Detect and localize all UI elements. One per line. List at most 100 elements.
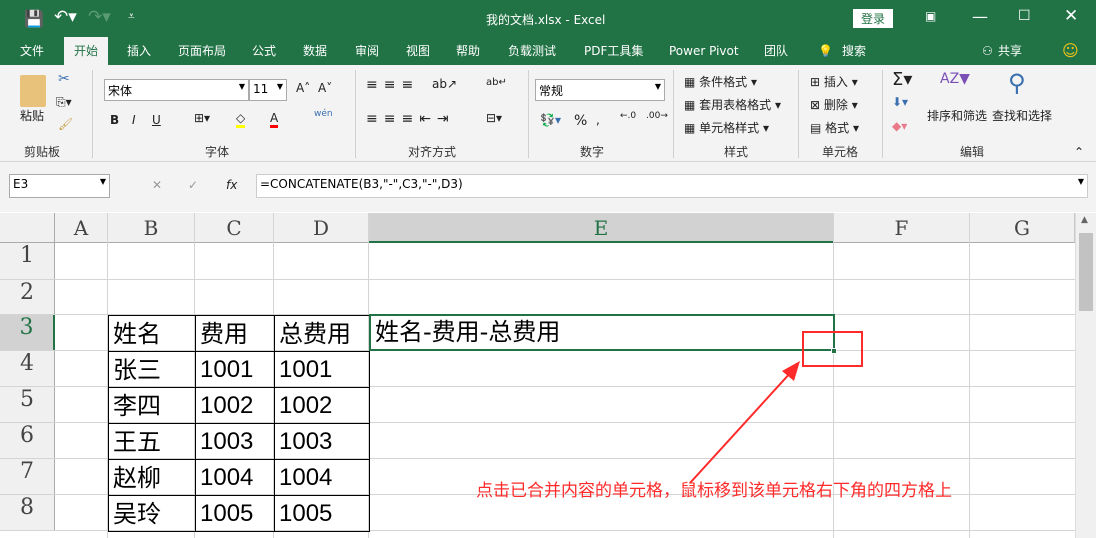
table-cell[interactable]: 1003 [195,423,275,460]
row-header-1[interactable]: 1 [0,243,55,280]
format-as-table-button[interactable]: ▦ 套用表格格式 ▾ [684,96,781,113]
tab-help[interactable]: 帮助 [450,37,486,65]
tab-view[interactable]: 视图 [400,37,436,65]
formula-input[interactable]: =CONCATENATE(B3,"-",C3,"-",D3) ▼ [256,174,1088,198]
tab-file[interactable]: 文件 [14,37,50,65]
table-cell[interactable]: 费用 [195,315,275,352]
font-size-select[interactable]: 11 ▼ [249,79,287,101]
table-cell[interactable]: 1004 [274,459,370,496]
collapse-ribbon-icon[interactable]: ⌃ [1074,145,1084,159]
table-cell[interactable]: 1001 [195,351,275,388]
tab-insert[interactable]: 插入 [121,37,157,65]
table-cell[interactable]: 1002 [195,387,275,424]
row-header-8[interactable]: 8 [0,495,55,531]
table-cell[interactable]: 1002 [274,387,370,424]
insert-function-button[interactable]: fx [226,178,237,192]
cancel-icon[interactable]: ✕ [152,178,162,192]
decrease-font-icon[interactable]: A˅ [318,81,332,95]
find-icon[interactable]: ⚲ [1008,69,1026,97]
enter-icon[interactable]: ✓ [188,178,198,192]
copy-icon[interactable]: ⎘▾ [56,95,72,110]
bold-button[interactable]: B [110,113,119,127]
scroll-up-icon[interactable]: ▲ [1081,215,1088,225]
format-painter-icon[interactable]: 🖌 [58,117,73,131]
minimize-icon[interactable]: — [972,7,988,26]
tab-pdf-tools[interactable]: PDF工具集 [578,37,649,65]
table-cell[interactable]: 1003 [274,423,370,460]
table-cell[interactable]: 姓名 [108,315,196,352]
table-cell[interactable]: 李四 [108,387,196,424]
row-header-2[interactable]: 2 [0,280,55,315]
tab-team[interactable]: 团队 [758,37,794,65]
table-cell[interactable]: 张三 [108,351,196,388]
tab-search[interactable]: 搜索 [836,37,872,65]
column-header-a[interactable]: A [55,213,108,243]
phonetic-icon[interactable]: wén [314,109,333,119]
undo-icon[interactable]: ↶▾ [54,7,77,27]
row-header-4[interactable]: 4 [0,351,55,387]
font-color-icon[interactable]: A [270,111,279,128]
redo-icon[interactable]: ↷▾ [88,7,111,27]
italic-button[interactable]: I [132,113,136,127]
column-header-e[interactable]: E [369,213,834,243]
increase-font-icon[interactable]: A˄ [296,81,310,95]
decrease-decimal-icon[interactable]: .00→ [646,111,668,121]
share-button[interactable]: 共享 [992,37,1028,65]
cut-icon[interactable]: ✂ [58,71,70,87]
vertical-scrollbar[interactable]: ▲ [1075,213,1096,538]
clear-icon[interactable]: ◆▾ [892,119,907,133]
cell-e3[interactable]: 姓名-费用-总费用 [369,314,835,351]
merge-center-icon[interactable]: ⊟▾ [486,111,502,125]
insert-cells-button[interactable]: ⊞ 插入 ▾ [810,73,858,90]
row-header-6[interactable]: 6 [0,423,55,459]
cell-styles-button[interactable]: ▦ 单元格样式 ▾ [684,119,769,136]
ribbon-display-icon[interactable]: ▣ [925,9,936,23]
underline-button[interactable]: U [152,113,161,127]
maximize-icon[interactable]: ☐ [1018,8,1031,24]
increase-decimal-icon[interactable]: ←.0 [620,111,636,121]
table-cell[interactable]: 1004 [195,459,275,496]
tab-load-test[interactable]: 负载测试 [502,37,562,65]
format-cells-button[interactable]: ▤ 格式 ▾ [810,119,859,136]
row-header-5[interactable]: 5 [0,387,55,423]
column-header-c[interactable]: C [195,213,274,243]
borders-icon[interactable]: ⊞▾ [194,111,210,125]
orientation-icon[interactable]: ab↗ [432,77,457,91]
tab-data[interactable]: 数据 [297,37,333,65]
tab-home[interactable]: 开始 [64,37,109,65]
tab-review[interactable]: 审阅 [349,37,385,65]
accounting-format-icon[interactable]: 💱▾ [540,113,561,127]
sort-filter-icon[interactable]: AZ▼ [940,71,970,87]
login-button[interactable]: 登录 [853,9,894,28]
wrap-text-icon[interactable]: ab↵ [486,77,507,88]
search-icon[interactable]: 💡 [812,37,839,65]
percent-icon[interactable]: % [574,113,587,129]
fill-icon[interactable]: ⬇▾ [892,95,908,109]
vertical-align-icons[interactable]: ≡≡≡ [366,77,419,93]
number-format-select[interactable]: 常规 ▼ [535,79,665,101]
conditional-format-button[interactable]: ▦ 条件格式 ▾ [684,73,757,90]
horizontal-align-icons[interactable]: ≡≡≡⇤⇥ [366,111,455,127]
table-cell[interactable]: 赵柳 [108,459,196,496]
fill-color-icon[interactable]: ◇ [236,111,246,128]
tab-page-layout[interactable]: 页面布局 [172,37,232,65]
sort-filter-button[interactable]: 排序和筛选 [927,107,987,124]
table-cell[interactable]: 总费用 [274,315,370,352]
table-cell[interactable]: 1005 [195,495,275,532]
column-header-g[interactable]: G [970,213,1075,243]
customize-qat-icon[interactable]: ⩡ [128,9,135,24]
close-icon[interactable]: ✕ [1064,6,1078,26]
table-cell[interactable]: 王五 [108,423,196,460]
name-box[interactable]: E3 ▼ [9,174,110,198]
row-header-3[interactable]: 3 [0,315,55,351]
comma-icon[interactable]: , [596,113,600,127]
table-cell[interactable]: 吴玲 [108,495,196,532]
column-header-d[interactable]: D [274,213,369,243]
tab-power-pivot[interactable]: Power Pivot [663,37,745,65]
tab-formulas[interactable]: 公式 [246,37,282,65]
save-icon[interactable]: 💾 [24,9,44,28]
delete-cells-button[interactable]: ⊠ 删除 ▾ [810,96,858,113]
smiley-icon[interactable]: ☺ [1056,37,1085,65]
column-header-b[interactable]: B [108,213,195,243]
row-header-7[interactable]: 7 [0,459,55,495]
